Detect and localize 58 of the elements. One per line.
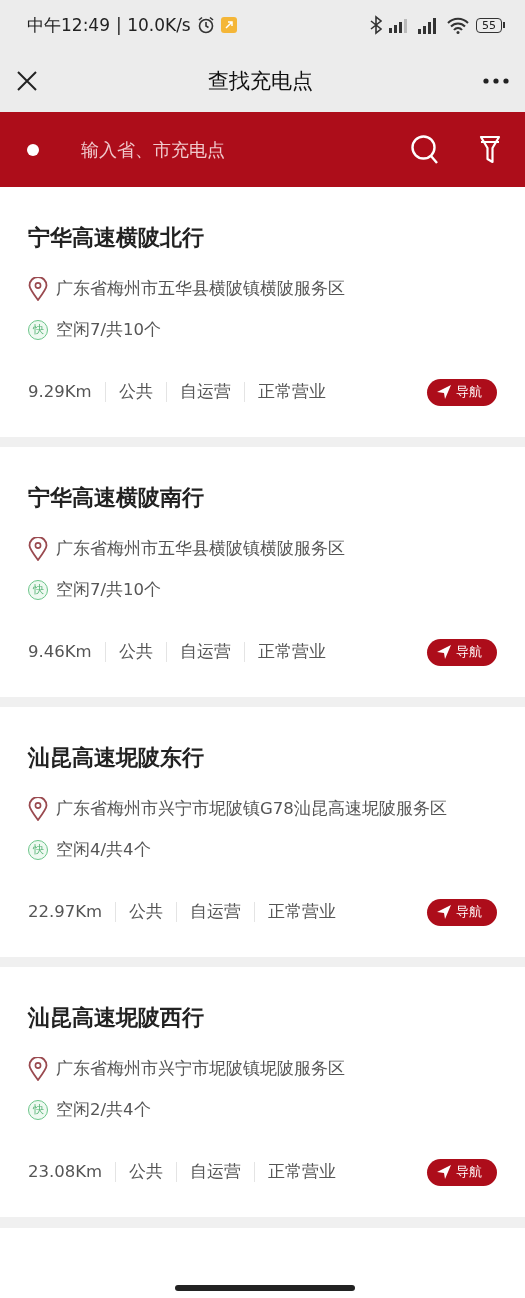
battery-icon: 55 (476, 17, 505, 33)
navigation-arrow-icon (436, 644, 452, 660)
navigation-arrow-icon (436, 1164, 452, 1180)
navigate-button[interactable]: 导航 (427, 1158, 497, 1186)
search-field[interactable]: 输入省、市充电点 (81, 139, 411, 160)
distance: 9.29Km (28, 381, 92, 403)
bluetooth-icon (370, 15, 382, 35)
status-time: 中午12:49 (27, 13, 110, 37)
availability: 空闲4/共4个 (56, 839, 151, 861)
availability: 空闲7/共10个 (56, 579, 162, 601)
station-tag: 自运营 (179, 377, 231, 407)
station-tag: 自运营 (190, 897, 242, 927)
station-tag: 公共 (118, 637, 153, 667)
search-icon[interactable] (411, 134, 439, 165)
station-tag: 正常营业 (268, 1157, 337, 1187)
notification-icon (220, 17, 237, 33)
station-name: 宁华高速横陂北行 (28, 224, 205, 252)
filter-icon[interactable] (479, 134, 501, 165)
distance: 9.46Km (28, 641, 92, 663)
station-tag: 正常营业 (268, 897, 337, 927)
wifi-icon (447, 16, 469, 34)
station-tag: 公共 (129, 1157, 164, 1187)
availability: 空闲2/共4个 (56, 1099, 151, 1121)
station-tag: 自运营 (179, 637, 231, 667)
station-address: 广东省梅州市兴宁市坭陂镇坭陂服务区 (56, 1058, 345, 1080)
fast-charge-badge: 快 (28, 320, 48, 340)
station-tag: 公共 (129, 897, 164, 927)
fast-charge-badge: 快 (28, 840, 48, 860)
location-pin-icon (28, 1057, 48, 1081)
navigation-arrow-icon (436, 904, 452, 920)
navigation-arrow-icon (436, 384, 452, 400)
fast-charge-badge: 快 (28, 1100, 48, 1120)
station-name: 汕昆高速坭陂东行 (28, 744, 205, 772)
location-pin-icon (28, 797, 48, 821)
fast-charge-badge: 快 (28, 580, 48, 600)
navigate-button[interactable]: 导航 (427, 638, 497, 666)
location-pin-icon (28, 537, 48, 561)
distance: 22.97Km (28, 901, 103, 923)
station-tag: 正常营业 (257, 637, 326, 667)
station-name: 宁华高速横陂南行 (28, 484, 205, 512)
station-address: 广东省梅州市五华县横陂镇横陂服务区 (56, 538, 345, 560)
navigate-button[interactable]: 导航 (427, 378, 497, 406)
location-dot-icon (27, 143, 39, 156)
alarm-icon (196, 16, 215, 34)
availability: 空闲7/共10个 (56, 319, 162, 341)
page-title: 查找充电点 (208, 68, 313, 95)
navigate-button[interactable]: 导航 (427, 898, 497, 926)
station-address: 广东省梅州市五华县横陂镇横陂服务区 (56, 278, 345, 300)
more-icon[interactable] (483, 78, 509, 84)
station-tag: 自运营 (190, 1157, 242, 1187)
distance: 23.08Km (28, 1161, 103, 1183)
network-speed: | 10.0K/s (116, 15, 191, 35)
station-tag: 正常营业 (257, 377, 326, 407)
close-icon[interactable] (16, 70, 38, 92)
station-address: 广东省梅州市兴宁市坭陂镇G78汕昆高速坭陂服务区 (56, 798, 447, 820)
station-name: 汕昆高速坭陂西行 (28, 1004, 205, 1032)
station-tag: 公共 (118, 377, 153, 407)
location-pin-icon (28, 277, 48, 301)
